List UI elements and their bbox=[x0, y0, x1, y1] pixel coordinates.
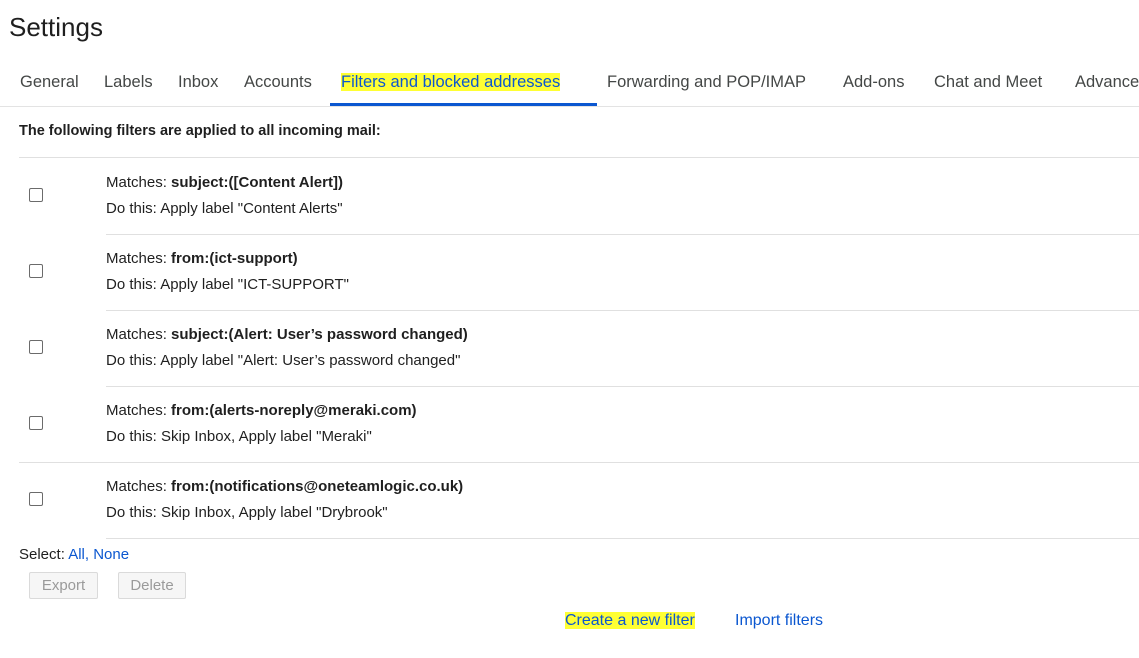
import-filters-link[interactable]: Import filters bbox=[735, 612, 823, 630]
filter-criteria-value: from:(alerts-noreply@meraki.com) bbox=[171, 402, 417, 419]
select-separator: , bbox=[84, 546, 94, 563]
filter-criteria: Matches: subject:([Content Alert]) bbox=[106, 174, 343, 191]
tab-filters-and-blocked-addresses[interactable]: Filters and blocked addresses bbox=[341, 60, 561, 104]
matches-prefix: Matches: bbox=[106, 402, 172, 419]
filter-action: Do this: Apply label "Content Alerts" bbox=[106, 200, 343, 217]
filter-row: Matches: subject:([Content Alert]) Do th… bbox=[0, 158, 1139, 234]
divider bbox=[106, 538, 1139, 539]
filter-criteria: Matches: from:(notifications@oneteamlogi… bbox=[106, 478, 463, 495]
select-none-link[interactable]: None bbox=[93, 546, 129, 563]
select-controls: Select: All, None bbox=[19, 546, 129, 563]
filter-action: Do this: Apply label "Alert: User’s pass… bbox=[106, 352, 461, 369]
tab-advanced[interactable]: Advanced bbox=[1075, 60, 1139, 104]
filter-criteria-value: from:(notifications@oneteamlogic.co.uk) bbox=[171, 478, 464, 495]
tab-general[interactable]: General bbox=[20, 60, 79, 104]
matches-prefix: Matches: bbox=[106, 174, 172, 191]
create-new-filter-label: Create a new filter bbox=[565, 612, 695, 629]
filter-checkbox[interactable] bbox=[29, 416, 43, 430]
tab-forwarding-pop-imap[interactable]: Forwarding and POP/IMAP bbox=[607, 60, 806, 104]
filter-criteria: Matches: subject:(Alert: User’s password… bbox=[106, 326, 468, 343]
matches-prefix: Matches: bbox=[106, 326, 172, 343]
page-title: Settings bbox=[9, 12, 103, 42]
active-tab-indicator bbox=[330, 103, 597, 106]
filter-criteria: Matches: from:(ict-support) bbox=[106, 250, 298, 267]
delete-button[interactable]: Delete bbox=[118, 572, 186, 599]
matches-prefix: Matches: bbox=[106, 250, 172, 267]
filter-action: Do this: Skip Inbox, Apply label "Meraki… bbox=[106, 428, 372, 445]
filter-checkbox[interactable] bbox=[29, 188, 43, 202]
filter-row: Matches: from:(alerts-noreply@meraki.com… bbox=[0, 386, 1139, 462]
filter-criteria-value: subject:(Alert: User’s password changed) bbox=[171, 326, 468, 343]
filter-row: Matches: from:(ict-support) Do this: App… bbox=[0, 234, 1139, 310]
filter-criteria-value: from:(ict-support) bbox=[171, 250, 298, 267]
filter-criteria: Matches: from:(alerts-noreply@meraki.com… bbox=[106, 402, 417, 419]
filter-checkbox[interactable] bbox=[29, 264, 43, 278]
tab-inbox[interactable]: Inbox bbox=[178, 60, 218, 104]
matches-prefix: Matches: bbox=[106, 478, 172, 495]
tab-accounts[interactable]: Accounts bbox=[244, 60, 312, 104]
filter-criteria-value: subject:([Content Alert]) bbox=[171, 174, 343, 191]
filter-checkbox[interactable] bbox=[29, 492, 43, 506]
select-label: Select: bbox=[19, 546, 69, 563]
tab-chat-and-meet[interactable]: Chat and Meet bbox=[934, 60, 1042, 104]
filter-row: Matches: from:(notifications@oneteamlogi… bbox=[0, 462, 1139, 538]
filter-action: Do this: Skip Inbox, Apply label "Drybro… bbox=[106, 504, 388, 521]
filter-action: Do this: Apply label "ICT-SUPPORT" bbox=[106, 276, 349, 293]
settings-tab-bar: General Labels Inbox Accounts Filters an… bbox=[0, 60, 1139, 107]
export-button[interactable]: Export bbox=[29, 572, 98, 599]
select-all-link[interactable]: All bbox=[68, 546, 85, 563]
create-new-filter-link[interactable]: Create a new filter bbox=[565, 612, 695, 630]
filter-row: Matches: subject:(Alert: User’s password… bbox=[0, 310, 1139, 386]
tab-add-ons[interactable]: Add-ons bbox=[843, 60, 904, 104]
tab-filters-label: Filters and blocked addresses bbox=[341, 73, 561, 91]
filters-section-heading: The following filters are applied to all… bbox=[19, 123, 381, 139]
filter-checkbox[interactable] bbox=[29, 340, 43, 354]
tab-labels[interactable]: Labels bbox=[104, 60, 153, 104]
